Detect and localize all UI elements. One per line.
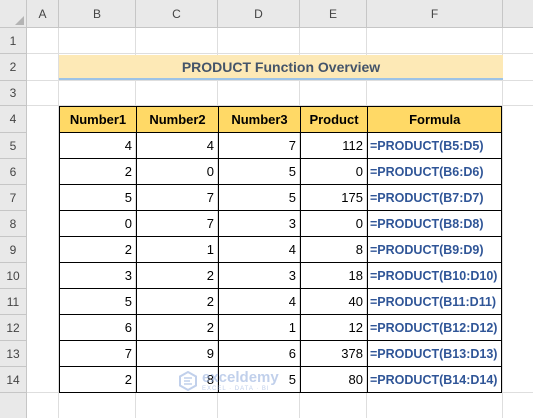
cell-number2[interactable]: 4 (136, 132, 219, 159)
column-header-g[interactable] (503, 0, 533, 28)
cell-number3[interactable]: 3 (218, 210, 301, 237)
table-row: 7 9 6 378 =PRODUCT(B13:D13) (59, 340, 503, 367)
column-header-f[interactable]: F (367, 0, 503, 28)
table-row: 2 0 5 0 =PRODUCT(B6:D6) (59, 158, 503, 185)
cell-number1[interactable]: 2 (59, 158, 137, 185)
cell-product[interactable]: 8 (300, 236, 368, 263)
table-row: 2 1 4 8 =PRODUCT(B9:D9) (59, 236, 503, 263)
cell-formula[interactable]: =PRODUCT(B6:D6) (366, 158, 503, 185)
column-header-a[interactable]: A (27, 0, 59, 28)
row-header-2[interactable]: 2 (0, 54, 27, 81)
column-header-d[interactable]: D (218, 0, 300, 28)
header-number1[interactable]: Number1 (59, 106, 137, 133)
product-table: Number1 Number2 Number3 Product Formula … (59, 106, 503, 393)
cell-number2[interactable]: 2 (136, 288, 219, 315)
row-header-3[interactable]: 3 (0, 81, 27, 106)
row-header-1[interactable]: 1 (0, 28, 27, 54)
gridline (27, 53, 533, 54)
header-number3[interactable]: Number3 (218, 106, 301, 133)
cell-product[interactable]: 378 (300, 340, 368, 367)
header-product[interactable]: Product (300, 106, 368, 133)
cell-number2[interactable]: 9 (136, 340, 219, 367)
cell-number3[interactable]: 3 (218, 262, 301, 289)
column-header-c[interactable]: C (136, 0, 218, 28)
row-header-15[interactable] (0, 393, 27, 418)
cell-product[interactable]: 0 (300, 158, 368, 185)
cell-product[interactable]: 175 (300, 184, 368, 211)
cell-number3[interactable]: 5 (218, 184, 301, 211)
cell-number2[interactable]: 2 (136, 262, 219, 289)
table-row: 5 7 5 175 =PRODUCT(B7:D7) (59, 184, 503, 211)
row-header-13[interactable]: 13 (0, 341, 27, 367)
table-row: 3 2 3 18 =PRODUCT(B10:D10) (59, 262, 503, 289)
row-header-8[interactable]: 8 (0, 211, 27, 237)
row-header-7[interactable]: 7 (0, 185, 27, 211)
row-header-5[interactable]: 5 (0, 133, 27, 159)
cell-number2[interactable]: 0 (136, 158, 219, 185)
cell-formula[interactable]: =PRODUCT(B9:D9) (366, 236, 503, 263)
header-formula[interactable]: Formula (366, 106, 503, 133)
table-row: 5 2 4 40 =PRODUCT(B11:D11) (59, 288, 503, 315)
cell-number1[interactable]: 7 (59, 340, 137, 367)
cell-formula[interactable]: =PRODUCT(B14:D14) (366, 366, 503, 393)
cell-number3[interactable]: 5 (218, 366, 301, 393)
cell-number1[interactable]: 5 (59, 184, 137, 211)
cell-number1[interactable]: 5 (59, 288, 137, 315)
cell-number3[interactable]: 5 (218, 158, 301, 185)
gridline (27, 80, 533, 81)
table-row: 4 4 7 112 =PRODUCT(B5:D5) (59, 132, 503, 159)
cell-formula[interactable]: =PRODUCT(B7:D7) (366, 184, 503, 211)
cell-formula[interactable]: =PRODUCT(B12:D12) (366, 314, 503, 341)
cell-number3[interactable]: 7 (218, 132, 301, 159)
cell-product[interactable]: 40 (300, 288, 368, 315)
cell-number1[interactable]: 0 (59, 210, 137, 237)
spreadsheet: A B C D E F 1 2 3 4 5 6 7 8 9 10 11 12 1… (0, 0, 533, 418)
cell-formula[interactable]: =PRODUCT(B13:D13) (366, 340, 503, 367)
cell-number3[interactable]: 4 (218, 236, 301, 263)
cell-number2[interactable]: 7 (136, 210, 219, 237)
cell-product[interactable]: 0 (300, 210, 368, 237)
column-header-e[interactable]: E (300, 0, 367, 28)
cell-product[interactable]: 12 (300, 314, 368, 341)
cell-product[interactable]: 18 (300, 262, 368, 289)
sheet-title[interactable]: PRODUCT Function Overview (59, 55, 503, 80)
cell-number2[interactable]: 1 (136, 236, 219, 263)
cell-number2[interactable]: 7 (136, 184, 219, 211)
row-header-12[interactable]: 12 (0, 315, 27, 341)
cell-number1[interactable]: 4 (59, 132, 137, 159)
cell-number2[interactable]: 8 (136, 366, 219, 393)
header-row: Number1 Number2 Number3 Product Formula (59, 106, 503, 133)
cell-number3[interactable]: 4 (218, 288, 301, 315)
cell-number1[interactable]: 6 (59, 314, 137, 341)
header-number2[interactable]: Number2 (136, 106, 219, 133)
cell-number1[interactable]: 3 (59, 262, 137, 289)
cell-number3[interactable]: 6 (218, 340, 301, 367)
column-header-b[interactable]: B (59, 0, 136, 28)
row-header-11[interactable]: 11 (0, 289, 27, 315)
table-row: 0 7 3 0 =PRODUCT(B8:D8) (59, 210, 503, 237)
cell-product[interactable]: 112 (300, 132, 368, 159)
cell-formula[interactable]: =PRODUCT(B11:D11) (366, 288, 503, 315)
row-header-9[interactable]: 9 (0, 237, 27, 263)
cell-product[interactable]: 80 (300, 366, 368, 393)
cell-formula[interactable]: =PRODUCT(B5:D5) (366, 132, 503, 159)
table-row: 6 2 1 12 =PRODUCT(B12:D12) (59, 314, 503, 341)
cell-number2[interactable]: 2 (136, 314, 219, 341)
cell-number3[interactable]: 1 (218, 314, 301, 341)
row-header-6[interactable]: 6 (0, 159, 27, 185)
select-all-button[interactable] (0, 0, 27, 28)
table-row: 2 8 5 80 =PRODUCT(B14:D14) (59, 366, 503, 393)
row-header-10[interactable]: 10 (0, 263, 27, 289)
cell-number1[interactable]: 2 (59, 236, 137, 263)
cell-formula[interactable]: =PRODUCT(B10:D10) (366, 262, 503, 289)
row-header-4[interactable]: 4 (0, 106, 27, 133)
row-header-14[interactable]: 14 (0, 367, 27, 393)
cell-formula[interactable]: =PRODUCT(B8:D8) (366, 210, 503, 237)
cell-number1[interactable]: 2 (59, 366, 137, 393)
